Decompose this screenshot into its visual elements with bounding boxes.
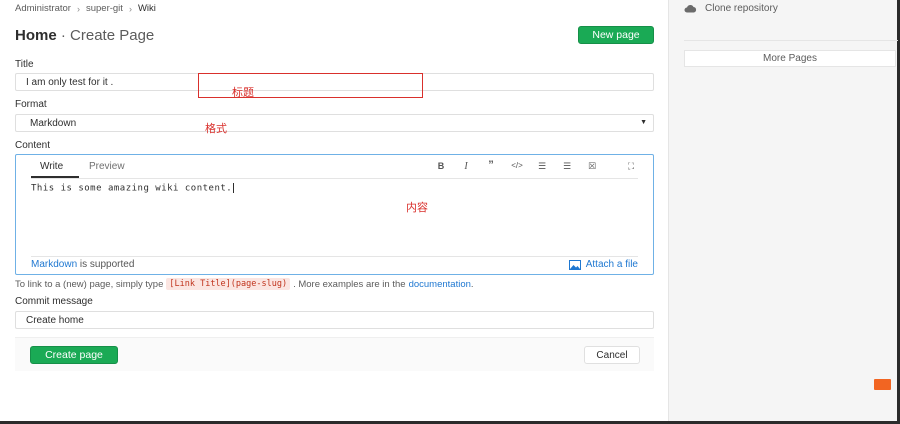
breadcrumb-item-project[interactable]: super-git: [86, 3, 123, 14]
form-actions: Create page Cancel: [15, 337, 654, 371]
chevron-right-icon: ›: [128, 3, 132, 14]
markdown-link[interactable]: Markdown: [31, 259, 77, 270]
wiki-sidebar: Clone repository More Pages: [668, 0, 898, 421]
feedback-widget-icon[interactable]: [874, 379, 891, 390]
page-title: Home · Create Page: [15, 27, 154, 44]
format-select[interactable]: Markdown ▼: [15, 114, 654, 132]
page-title-separator: ·: [56, 27, 71, 44]
annotation-content: 内容: [406, 202, 428, 214]
tab-write[interactable]: Write: [40, 161, 63, 172]
tab-preview[interactable]: Preview: [89, 161, 125, 172]
task-list-icon[interactable]: ☒: [585, 161, 599, 172]
help-prefix: To link to a (new) page, simply type: [15, 278, 164, 290]
markdown-note-suffix: is supported: [77, 259, 135, 270]
bold-icon[interactable]: B: [434, 161, 448, 171]
format-select-value: Markdown: [30, 117, 77, 129]
content-editor: Write Preview B I ” </> ☰ ☰ ☒ ⛶ This is …: [15, 154, 654, 275]
content-textarea[interactable]: This is some amazing wiki content.: [31, 183, 235, 194]
clone-repository-button[interactable]: Clone repository: [684, 3, 778, 14]
fullscreen-icon[interactable]: ⛶: [624, 161, 638, 172]
clone-repository-label: Clone repository: [705, 3, 778, 14]
content-text: This is some amazing wiki content.: [31, 183, 233, 194]
help-suffix: .: [470, 278, 474, 290]
sidebar-divider: [684, 40, 898, 41]
more-pages-button[interactable]: More Pages: [684, 50, 896, 67]
bullet-list-icon[interactable]: ☰: [535, 161, 549, 172]
help-code: [Link Title](page-slug): [166, 278, 291, 290]
cloud-icon: [684, 5, 697, 13]
format-label: Format: [15, 99, 47, 110]
title-label: Title: [15, 59, 34, 70]
annotation-format: 格式: [205, 123, 227, 135]
create-page-button[interactable]: Create page: [30, 346, 118, 364]
quote-icon[interactable]: ”: [484, 159, 498, 171]
commit-message-label: Commit message: [15, 296, 93, 307]
commit-message-input[interactable]: Create home: [15, 311, 654, 329]
link-help-text: To link to a (new) page, simply type [Li…: [15, 278, 474, 290]
page-title-home: Home: [15, 27, 57, 44]
editor-footer-divider: [31, 256, 638, 257]
italic-icon[interactable]: I: [459, 161, 473, 172]
breadcrumb-item-wiki[interactable]: Wiki: [138, 3, 156, 14]
editor-divider: [31, 178, 638, 179]
breadcrumb-item-administrator[interactable]: Administrator: [15, 3, 71, 14]
caret-down-icon: ▼: [640, 119, 647, 126]
new-page-button[interactable]: New page: [578, 26, 654, 44]
annotation-title: 标题: [232, 87, 254, 99]
documentation-link[interactable]: documentation: [409, 279, 471, 290]
attach-file-label: Attach a file: [585, 259, 638, 270]
attach-file-button[interactable]: Attach a file: [568, 259, 638, 270]
image-icon: [568, 259, 581, 270]
chevron-right-icon: ›: [76, 3, 80, 14]
page-title-sub: Create Page: [70, 27, 155, 44]
numbered-list-icon[interactable]: ☰: [560, 161, 574, 172]
breadcrumb: Administrator › super-git › Wiki: [15, 3, 156, 14]
text-caret: [233, 183, 235, 193]
help-middle: . More examples are in the: [293, 278, 406, 290]
cancel-button[interactable]: Cancel: [584, 346, 640, 364]
markdown-note: Markdown is supported: [31, 259, 134, 270]
content-label: Content: [15, 140, 51, 151]
code-icon[interactable]: </>: [510, 161, 524, 170]
